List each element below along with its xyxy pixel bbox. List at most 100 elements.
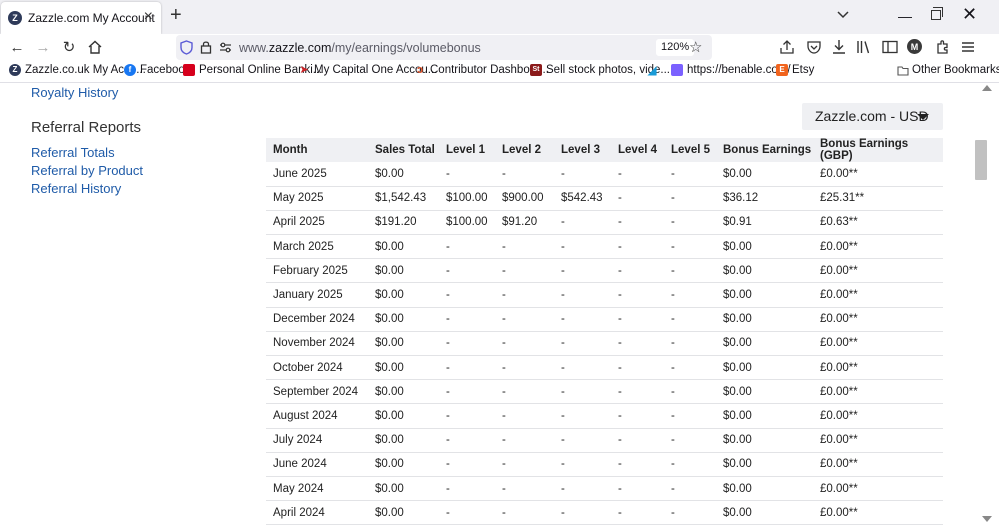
cell-level-3: - (554, 331, 611, 357)
cell-bonus-earnings: $0.00 (716, 476, 813, 502)
bookmark-contributor[interactable]: ↄ Contributor Dashboar... (414, 64, 549, 76)
bookmark-facebook[interactable]: f Facebook (124, 64, 191, 76)
address-bar[interactable]: www.zazzle.com/my/earnings/volumebonus 1… (176, 35, 712, 60)
cell-month: March 2025 (266, 234, 368, 260)
bookmark-etsy[interactable]: E Etsy (776, 64, 814, 76)
currency-select[interactable]: Zazzle.com - USD (802, 103, 943, 130)
scroll-down-arrow-icon[interactable] (982, 516, 992, 522)
shield-icon[interactable] (180, 40, 193, 55)
caret-down-icon (917, 114, 929, 120)
cell-level-2: $900.00 (495, 186, 554, 211)
cell-level-1: - (439, 282, 495, 308)
cell-level-2: - (495, 331, 554, 357)
minimize-window-icon[interactable]: — (898, 8, 912, 24)
tab-list-chevron-icon[interactable] (836, 7, 850, 21)
sidebar-icon[interactable] (881, 38, 899, 56)
cell-month: June 2024 (266, 452, 368, 477)
cell-month: November 2024 (266, 331, 368, 357)
cell-level-2: - (495, 452, 554, 477)
new-tab-button[interactable]: + (170, 5, 182, 25)
cell-sales-total: $0.00 (368, 403, 439, 429)
permissions-icon[interactable] (219, 42, 232, 53)
cell-level-1: - (439, 403, 495, 429)
url-prefix: www. (239, 41, 269, 55)
cell-month: October 2024 (266, 355, 368, 381)
menu-hamburger-icon[interactable] (959, 38, 977, 56)
cell-level-1: - (439, 331, 495, 357)
bookmark-benable[interactable]: https://benable.com/ (671, 64, 791, 76)
referral-reports-heading: Referral Reports (31, 119, 142, 136)
cell-level-2: - (495, 476, 554, 502)
restore-window-icon[interactable] (931, 7, 943, 20)
bookmark-feather[interactable]: ◢ (646, 64, 662, 76)
cell-bonus-earnings-gbp: £0.00** (813, 428, 943, 453)
other-bookmarks[interactable]: Other Bookmarks (897, 64, 999, 76)
table-row: September 2024 $0.00- - - - - $0.00 £0.00** (266, 379, 943, 405)
bookmark-label: Other Bookmarks (912, 64, 999, 76)
zazzle-icon: Z (9, 64, 21, 76)
cell-month: May 2024 (266, 476, 368, 502)
close-window-icon[interactable]: ✕ (962, 4, 977, 25)
pocket-icon[interactable] (805, 38, 823, 56)
currency-select-value: Zazzle.com - USD (815, 108, 929, 124)
cell-bonus-earnings: $0.00 (716, 428, 813, 453)
page-scrollbar[interactable] (975, 83, 999, 527)
url-text[interactable]: www.zazzle.com/my/earnings/volumebonus (239, 41, 481, 55)
downloads-icon[interactable] (830, 38, 848, 56)
cell-sales-total: $0.00 (368, 331, 439, 357)
home-icon[interactable] (86, 38, 104, 56)
capital-one-icon: ➤ (299, 64, 309, 76)
cell-level-5: - (664, 282, 716, 308)
column-header-month: Month (266, 138, 368, 162)
cell-bonus-earnings: $0.00 (716, 234, 813, 260)
lock-icon[interactable] (200, 40, 212, 54)
forward-icon[interactable]: → (34, 38, 52, 56)
cell-bonus-earnings-gbp: £0.00** (813, 476, 943, 502)
cell-bonus-earnings-gbp: £0.00** (813, 379, 943, 405)
folder-icon (897, 65, 909, 76)
cell-level-3: - (554, 210, 611, 236)
library-icon[interactable] (855, 38, 873, 56)
cell-bonus-earnings: $0.00 (716, 355, 813, 381)
account-avatar[interactable]: M (907, 39, 922, 54)
cell-bonus-earnings-gbp: £0.63** (813, 210, 943, 236)
share-icon[interactable] (778, 38, 796, 56)
cell-level-1: - (439, 500, 495, 526)
royalty-history-link[interactable]: Royalty History (31, 85, 118, 100)
extensions-icon[interactable] (934, 38, 952, 56)
volume-bonus-table: Month Sales Total Level 1 Level 2 Level 3 Lev… (266, 138, 943, 526)
cell-level-3: - (554, 379, 611, 405)
referral-history-link[interactable]: Referral History (31, 181, 121, 196)
cell-sales-total: $0.00 (368, 162, 439, 187)
tab-zazzle-account[interactable]: Z Zazzle.com My Account × (1, 2, 161, 34)
reload-icon[interactable]: ↻ (60, 38, 78, 56)
cell-level-3: - (554, 452, 611, 477)
close-tab-icon[interactable]: × (144, 9, 153, 25)
cell-sales-total: $0.00 (368, 355, 439, 381)
cell-level-3: - (554, 234, 611, 260)
benable-icon (671, 64, 683, 76)
cell-level-5: - (664, 500, 716, 526)
cell-level-4: - (611, 210, 664, 236)
cell-sales-total: $0.00 (368, 258, 439, 284)
bookmark-label: Etsy (792, 64, 815, 76)
url-host: zazzle.com (268, 41, 332, 55)
back-icon[interactable]: ← (8, 38, 26, 56)
cell-level-1: $100.00 (439, 210, 495, 236)
cell-sales-total: $0.00 (368, 282, 439, 308)
table-row: April 2025 $191.20 $100.00 $91.20- - - $0.91 £0… (266, 210, 943, 236)
cell-level-3: - (554, 307, 611, 332)
cell-bonus-earnings: $0.00 (716, 500, 813, 526)
cell-sales-total: $1,542.43 (368, 186, 439, 211)
cell-level-5: - (664, 234, 716, 260)
referral-by-product-link[interactable]: Referral by Product (31, 163, 143, 178)
tab-strip: Z Zazzle.com My Account × + — ✕ (0, 0, 999, 34)
scrollbar-thumb[interactable] (975, 140, 987, 180)
cell-bonus-earnings-gbp: £0.00** (813, 258, 943, 284)
table-row: July 2024 $0.00- - - - - $0.00 £0.00** (266, 428, 943, 453)
scroll-up-arrow-icon[interactable] (982, 85, 992, 91)
contributor-icon: ↄ (416, 64, 424, 76)
bookmark-star-icon[interactable]: ☆ (689, 38, 702, 56)
referral-totals-link[interactable]: Referral Totals (31, 145, 115, 160)
cell-bonus-earnings-gbp: £0.00** (813, 355, 943, 381)
